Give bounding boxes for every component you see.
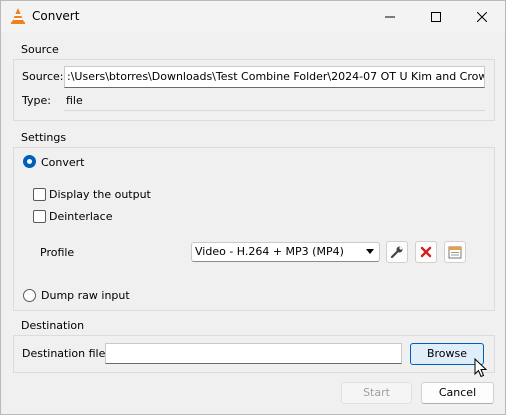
settings-group-title: Settings bbox=[21, 131, 67, 144]
delete-profile-button[interactable] bbox=[415, 241, 437, 263]
edit-profile-button[interactable] bbox=[386, 241, 408, 263]
chevron-down-icon bbox=[366, 249, 374, 254]
destination-group: Destination file: Browse bbox=[13, 335, 495, 373]
source-group-title: Source bbox=[21, 43, 59, 56]
mouse-pointer-icon bbox=[474, 358, 488, 378]
delete-icon bbox=[420, 246, 432, 258]
deinterlace-label[interactable]: Deinterlace bbox=[49, 210, 112, 223]
convert-label[interactable]: Convert bbox=[41, 156, 85, 169]
close-button[interactable] bbox=[459, 1, 505, 32]
destination-file-input[interactable] bbox=[105, 343, 402, 364]
type-label: Type: bbox=[22, 94, 51, 107]
close-icon bbox=[477, 11, 487, 22]
start-button[interactable]: Start bbox=[341, 382, 412, 404]
title-bar[interactable]: Convert bbox=[1, 1, 505, 32]
minimize-button[interactable] bbox=[367, 1, 413, 32]
wrench-icon bbox=[390, 246, 403, 259]
convert-dialog: Convert Source Source: :\Users\btorres\D… bbox=[0, 0, 506, 415]
source-field[interactable]: :\Users\btorres\Downloads\Test Combine F… bbox=[64, 66, 485, 88]
window-title: Convert bbox=[32, 9, 80, 23]
profile-label: Profile bbox=[40, 246, 75, 259]
source-group: Source: :\Users\btorres\Downloads\Test C… bbox=[13, 59, 495, 121]
dump-raw-label[interactable]: Dump raw input bbox=[41, 289, 130, 302]
new-profile-icon bbox=[448, 246, 462, 259]
cancel-button[interactable]: Cancel bbox=[421, 382, 494, 404]
display-output-checkbox[interactable] bbox=[33, 188, 46, 201]
destination-file-label: Destination file: bbox=[22, 347, 110, 360]
minimize-icon bbox=[385, 16, 395, 17]
type-underline bbox=[64, 110, 485, 111]
new-profile-button[interactable] bbox=[444, 241, 466, 263]
settings-group: Convert Display the output Deinterlace P… bbox=[13, 147, 495, 311]
display-output-label[interactable]: Display the output bbox=[49, 188, 151, 201]
type-value: file bbox=[66, 94, 83, 107]
vlc-cone-icon bbox=[9, 7, 27, 25]
destination-group-title: Destination bbox=[21, 319, 85, 332]
profile-selected-value: Video - H.264 + MP3 (MP4) bbox=[195, 245, 344, 258]
maximize-icon bbox=[431, 11, 441, 22]
source-label: Source: bbox=[22, 70, 64, 83]
deinterlace-checkbox[interactable] bbox=[33, 210, 46, 223]
browse-button[interactable]: Browse bbox=[410, 343, 484, 365]
convert-radio[interactable] bbox=[23, 155, 36, 168]
profile-select[interactable]: Video - H.264 + MP3 (MP4) bbox=[191, 242, 380, 262]
dump-raw-radio[interactable] bbox=[23, 289, 36, 302]
maximize-button[interactable] bbox=[413, 1, 459, 32]
